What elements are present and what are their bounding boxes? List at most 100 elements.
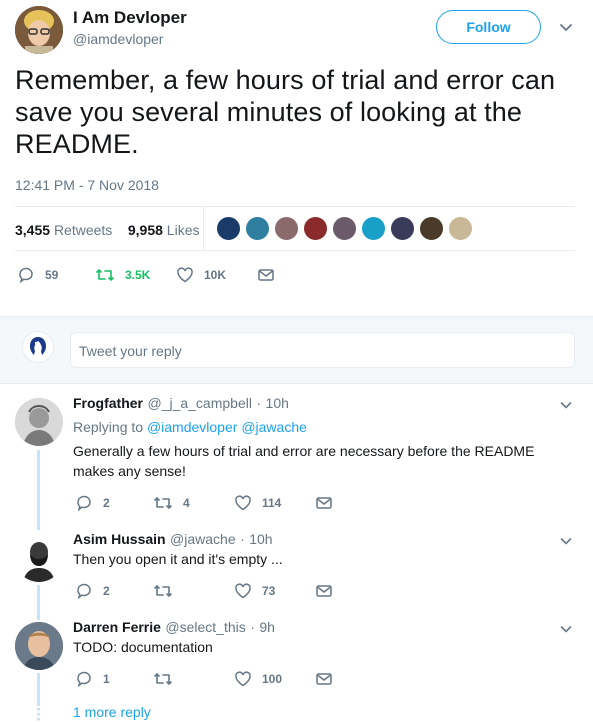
reply-author-handle[interactable]: @_j_a_campbell	[147, 395, 252, 411]
heart-icon	[235, 583, 251, 599]
separator-dot: ·	[250, 619, 255, 635]
retweet-action[interactable]: 3.5K	[95, 266, 150, 284]
liker-avatar[interactable]	[274, 216, 299, 241]
reply-header: Asim Hussain @jawache · 10h	[73, 531, 273, 549]
author-avatar[interactable]	[15, 6, 63, 54]
follow-button[interactable]: Follow	[436, 10, 541, 44]
retweet-stat[interactable]: 3,455 Retweets	[15, 222, 112, 238]
dm-action[interactable]	[315, 582, 343, 600]
retweet-icon	[96, 269, 114, 281]
liker-avatar[interactable]	[361, 216, 386, 241]
likes-label: Likes	[166, 222, 200, 238]
replying-to: Replying to @iamdevloper @jawache	[73, 419, 307, 435]
replying-to-prefix: Replying to	[73, 419, 144, 435]
reply-author-name[interactable]: Asim Hussain	[73, 531, 166, 547]
reply-author-name[interactable]: Frogfather	[73, 395, 143, 411]
tweet-stats: 3,455 Retweets 9,958 Likes	[15, 222, 199, 238]
like-action[interactable]: 100	[234, 670, 282, 688]
tweet-text: Remember, a few hours of trial and error…	[15, 65, 556, 159]
dm-action[interactable]	[257, 266, 285, 284]
liker-avatar[interactable]	[245, 216, 270, 241]
heart-icon	[177, 267, 193, 283]
heart-icon	[235, 671, 251, 687]
chevron-down-icon[interactable]	[560, 398, 572, 410]
likers-avatars	[216, 216, 477, 241]
like-action[interactable]: 73	[234, 582, 275, 600]
mention-link[interactable]: @jawache	[241, 419, 307, 435]
thread-line	[37, 585, 40, 620]
reply-author-avatar[interactable]	[15, 622, 63, 670]
separator-dot: ·	[256, 395, 262, 411]
envelope-icon	[316, 497, 332, 509]
thread-line	[37, 673, 40, 706]
reply-time[interactable]: 10h	[266, 395, 289, 411]
like-count: 10K	[204, 268, 227, 282]
liker-avatar[interactable]	[448, 216, 473, 241]
thread-line	[37, 450, 40, 530]
liker-avatar[interactable]	[216, 216, 241, 241]
retweet-action[interactable]: 4	[153, 494, 190, 512]
retweet-icon	[154, 673, 172, 685]
reply-input[interactable]: Tweet your reply	[70, 332, 575, 368]
like-count: 73	[262, 584, 276, 598]
stats-divider	[203, 207, 204, 250]
reply-author-handle[interactable]: @select_this	[165, 619, 245, 635]
envelope-icon	[316, 585, 332, 597]
chevron-down-icon[interactable]	[560, 622, 572, 634]
reply-header: Frogfather @_j_a_campbell · 10h	[73, 395, 289, 413]
reply-icon	[77, 583, 91, 600]
reply-author-avatar[interactable]	[15, 534, 63, 582]
author-display-name[interactable]: I Am Devloper	[73, 8, 187, 28]
retweets-count: 3,455	[15, 222, 51, 238]
reply-author-avatar[interactable]	[15, 398, 63, 446]
retweet-icon	[154, 497, 172, 509]
reply-time[interactable]: 9h	[259, 619, 275, 635]
dm-action[interactable]	[315, 494, 343, 512]
liker-avatar[interactable]	[419, 216, 444, 241]
reply-text-line: Generally a few hours of trial and error…	[73, 443, 535, 459]
reply-action[interactable]: 59	[17, 266, 58, 284]
liker-avatar[interactable]	[303, 216, 328, 241]
likes-stat[interactable]: 9,958 Likes	[128, 222, 200, 238]
more-replies-link[interactable]: 1 more reply	[73, 704, 151, 720]
liker-avatar[interactable]	[332, 216, 357, 241]
like-action[interactable]: 10K	[176, 266, 226, 284]
like-action[interactable]: 114	[234, 494, 281, 512]
reply-text: TODO: documentation	[73, 639, 213, 655]
reply-icon	[77, 495, 91, 512]
reply-header: Darren Ferrie @select_this · 9h	[73, 619, 275, 637]
reply-count: 1	[103, 672, 110, 686]
chevron-down-icon[interactable]	[560, 534, 572, 546]
reply-text: Generally a few hours of trial and error…	[73, 441, 534, 481]
reply-action[interactable]: 1	[75, 670, 110, 688]
dm-action[interactable]	[315, 670, 343, 688]
divider	[15, 206, 575, 207]
chevron-down-icon[interactable]	[559, 20, 573, 34]
reply-icon	[77, 671, 91, 688]
reply-author-handle[interactable]: @jawache	[170, 531, 236, 547]
separator-dot: ·	[240, 531, 245, 547]
reply-author-name[interactable]: Darren Ferrie	[73, 619, 161, 635]
mention-link[interactable]: @iamdevloper	[147, 419, 237, 435]
retweet-action[interactable]	[153, 582, 183, 600]
retweet-action[interactable]	[153, 670, 183, 688]
current-user-avatar	[22, 331, 54, 363]
reply-time[interactable]: 10h	[249, 531, 272, 547]
reply-count: 2	[103, 584, 110, 598]
likes-count: 9,958	[127, 222, 163, 238]
retweet-count: 3.5K	[125, 268, 151, 282]
reply-action[interactable]: 2	[75, 494, 110, 512]
reply-text-line: makes any sense!	[73, 463, 186, 479]
reply-count: 59	[45, 268, 59, 282]
reply-count: 2	[103, 496, 110, 510]
thread-dotted-line	[37, 708, 40, 722]
liker-avatar[interactable]	[390, 216, 415, 241]
reply-action[interactable]: 2	[75, 582, 110, 600]
like-count: 114	[262, 496, 282, 510]
reply-icon	[19, 267, 33, 284]
like-count: 100	[262, 672, 283, 686]
divider	[15, 250, 575, 251]
tweet-timestamp[interactable]: 12:41 PM - 7 Nov 2018	[15, 177, 159, 193]
author-handle[interactable]: @iamdevloper	[73, 31, 163, 47]
retweet-icon	[154, 585, 172, 597]
